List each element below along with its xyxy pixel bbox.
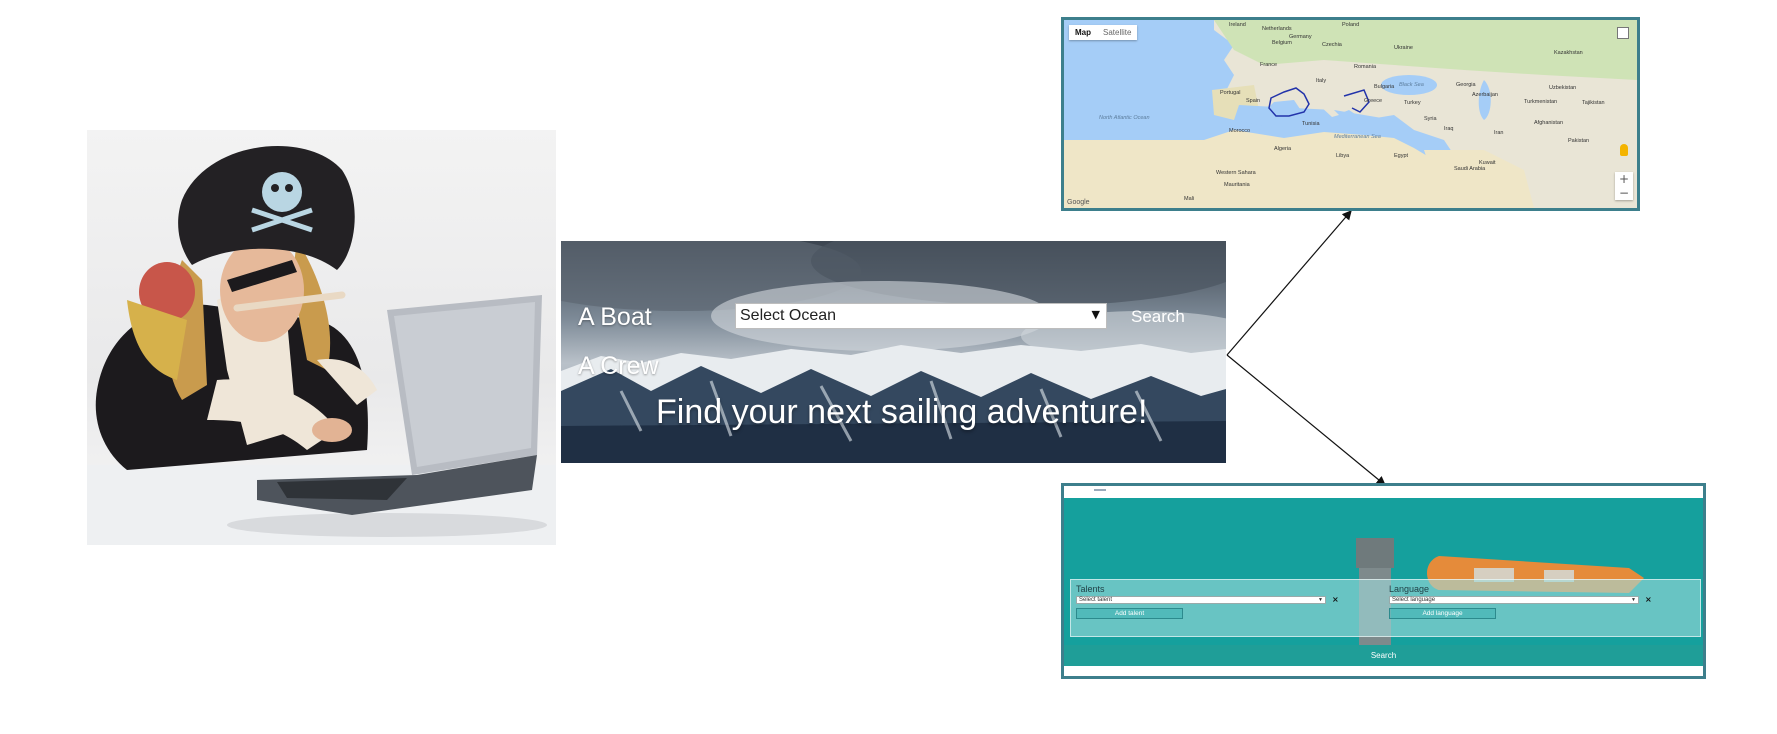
map-type-satellite[interactable]: Satellite [1097,25,1137,40]
zoom-in-icon[interactable]: + [1615,172,1633,186]
map-label: Romania [1354,64,1377,70]
map-label: France [1260,62,1278,68]
map-label: Georgia [1456,82,1476,88]
map-label: Syria [1424,116,1437,122]
map-sea-label: North Atlantic Ocean [1099,115,1150,121]
map-label: Iraq [1444,126,1454,132]
map-label: Spain [1246,98,1261,104]
map-label: Turkey [1404,100,1421,106]
zoom-out-icon[interactable]: − [1615,186,1633,200]
map-label: Iran [1494,130,1504,136]
map-label: Mali [1184,196,1195,202]
map-label: Netherlands [1262,26,1292,32]
map-label: Italy [1316,78,1327,84]
map-label: Ireland [1229,22,1246,28]
pegman-icon[interactable] [1620,144,1628,156]
map-type-map[interactable]: Map [1069,25,1097,40]
map-label: Western Sahara [1216,170,1256,176]
crew-search-button[interactable]: Search [1064,645,1703,666]
map-label: Pakistan [1568,138,1590,144]
map-label: Saudi Arabia [1454,166,1486,172]
remove-icon[interactable]: × [1645,595,1652,604]
arrow-to-crew [1226,354,1386,486]
map-label: Belgium [1272,40,1292,46]
crew-bottom-bar [1064,666,1703,676]
map-label: Algeria [1274,146,1292,152]
map-label: Morocco [1229,128,1251,134]
remove-icon[interactable]: × [1332,595,1339,604]
select-caret-icon: ▼ [1318,597,1323,603]
crew-search-panel: Talents Select talent ▼ × Add talent Lan… [1061,483,1706,679]
map-label: Azerbaijan [1472,92,1498,98]
map-label: Portugal [1220,90,1241,96]
map-label: Poland [1342,22,1360,28]
talent-select-value: Select talent [1079,597,1113,603]
map-label: Libya [1336,153,1350,159]
map-type-toggle[interactable]: Map Satellite [1069,25,1138,40]
map-label: Kuwait [1479,160,1496,166]
map-label: Ukraine [1394,45,1413,51]
map-label: Bulgaria [1374,84,1395,90]
map-label: Egypt [1394,153,1409,159]
map-sea-label: Black Sea [1399,82,1424,88]
talents-label: Talents [1076,584,1105,594]
nav-line [1094,489,1106,491]
map-label: Tunisia [1302,121,1320,127]
map-label: Germany [1289,34,1312,40]
map-label: Afghanistan [1534,120,1564,126]
zoom-control[interactable]: + − [1615,172,1633,200]
language-select[interactable]: Select language ▼ [1389,596,1639,604]
crew-top-bar [1064,486,1703,498]
fullscreen-icon[interactable] [1617,27,1629,39]
map-label: Mauritania [1224,182,1250,188]
add-language-button[interactable]: Add language [1389,608,1496,619]
arrow-to-map [1226,210,1352,356]
map-label: Uzbekistan [1549,85,1577,91]
route-map[interactable]: Ireland Netherlands Germany Poland Belgi… [1061,17,1640,211]
map-label: Turkmenistan [1524,99,1558,105]
select-caret-icon: ▼ [1631,597,1636,603]
map-label: Czechia [1322,42,1342,48]
language-select-value: Select language [1392,597,1436,603]
crew-filter-form: Talents Select talent ▼ × Add talent Lan… [1070,579,1701,637]
map-label: Greece [1364,98,1383,104]
map-label: Tajikistan [1582,100,1605,106]
add-talent-button[interactable]: Add talent [1076,608,1183,619]
language-label: Language [1389,584,1430,594]
map-canvas[interactable] [1064,20,1637,208]
map-label: Kazakhstan [1554,50,1583,56]
talent-select[interactable]: Select talent ▼ [1076,596,1326,604]
google-logo: Google [1067,199,1090,206]
map-sea-label: Mediterranean Sea [1334,134,1381,140]
